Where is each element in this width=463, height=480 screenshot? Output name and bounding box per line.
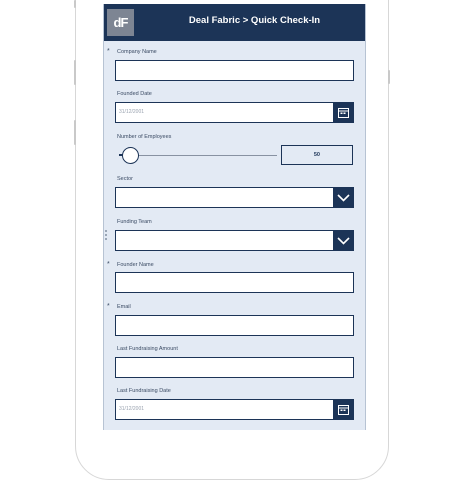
calendar-icon (338, 405, 349, 415)
drag-handle-dot (105, 238, 107, 240)
last-date-field[interactable]: 31/12/2001 (115, 399, 354, 420)
required-marker: * (107, 261, 110, 268)
founded-date-field[interactable]: 31/12/2001 (115, 102, 354, 123)
email-label: Email (117, 304, 131, 310)
logo-mark: dF (113, 15, 129, 30)
employees-slider-thumb[interactable] (122, 147, 139, 164)
required-marker: * (107, 303, 110, 310)
employees-label: Number of Employees (117, 134, 172, 140)
phone-side-button (74, 0, 76, 8)
funding-team-dropdown[interactable] (115, 230, 354, 251)
founded-date-label: Founded Date (117, 91, 152, 97)
drag-handle-dot (105, 234, 107, 236)
app-logo: dF (107, 9, 134, 36)
phone-power-button (388, 70, 390, 84)
founder-name-label: Founder Name (117, 262, 154, 268)
company-name-label: Company Name (117, 49, 157, 55)
phone-volume-button (74, 60, 76, 85)
app-screen: dF Deal Fabric > Quick Check-In * Compan… (103, 4, 366, 430)
sector-label: Sector (117, 176, 133, 182)
email-field[interactable] (115, 315, 354, 336)
last-date-label: Last Fundraising Date (117, 388, 171, 394)
drag-handle-dot (105, 230, 107, 232)
app-header: dF Deal Fabric > Quick Check-In (104, 4, 365, 41)
last-amount-field[interactable] (115, 357, 354, 378)
phone-volume-button (74, 120, 76, 145)
funding-team-dropdown-button[interactable] (333, 230, 354, 251)
calendar-button[interactable] (333, 399, 354, 420)
founded-date-value: 31/12/2001 (119, 109, 145, 115)
calendar-icon (338, 108, 349, 118)
employees-value-box[interactable]: 50 (281, 145, 353, 165)
sector-dropdown-button[interactable] (333, 187, 354, 208)
funding-team-label: Funding Team (117, 219, 152, 225)
required-marker: * (107, 48, 110, 55)
last-amount-label: Last Fundraising Amount (117, 346, 178, 352)
company-name-field[interactable] (115, 60, 354, 81)
sector-dropdown[interactable] (115, 187, 354, 208)
last-date-value: 31/12/2001 (119, 406, 145, 412)
chevron-down-icon (337, 236, 350, 245)
employees-slider-track[interactable] (119, 155, 277, 156)
employees-value: 50 (313, 152, 320, 158)
founder-name-field[interactable] (115, 272, 354, 293)
page-title: Deal Fabric > Quick Check-In (188, 15, 321, 26)
calendar-button[interactable] (333, 102, 354, 123)
chevron-down-icon (337, 193, 350, 202)
